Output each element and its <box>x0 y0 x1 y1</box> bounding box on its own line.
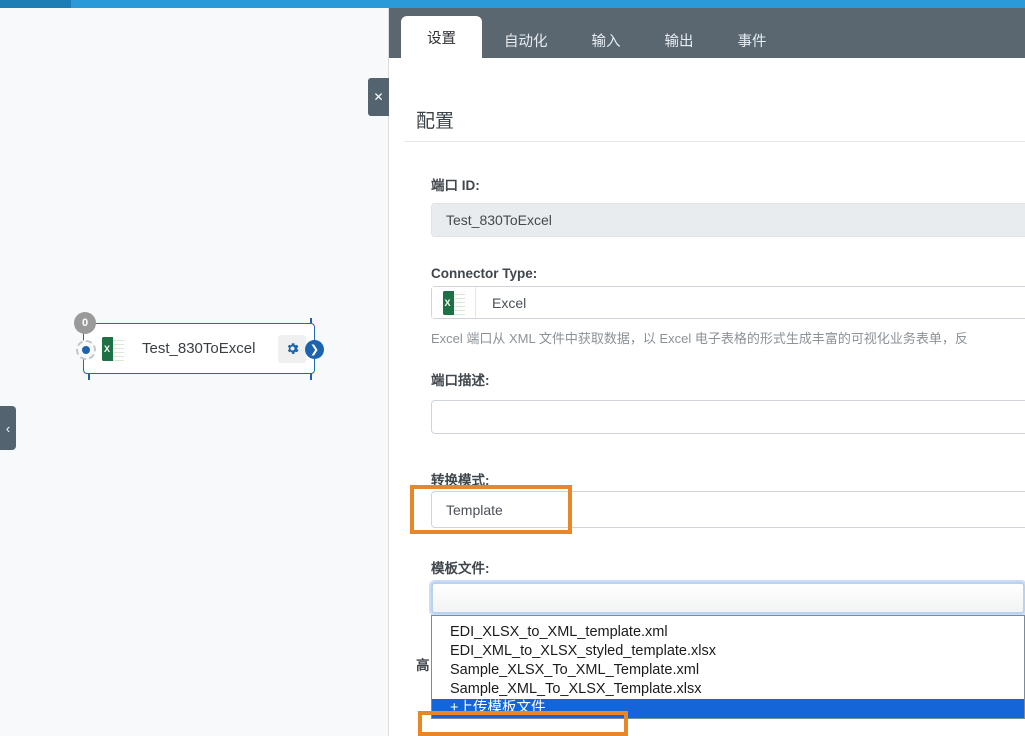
flow-node-card[interactable]: X Test_830ToExcel <box>83 323 315 374</box>
excel-icon-letter: X <box>442 290 453 315</box>
port-description-label: 端口描述: <box>431 373 490 388</box>
dropdown-option[interactable]: EDI_XML_to_XLSX_styled_template.xlsx <box>432 642 1024 661</box>
chevron-left-icon: ‹ <box>5 420 11 436</box>
panel-tab-bar: 设置 自动化 输入 输出 事件 <box>389 8 1025 58</box>
tab-events[interactable]: 事件 <box>716 22 789 58</box>
connector-type-value: Excel <box>492 294 527 311</box>
port-id-input[interactable]: Test_830ToExcel <box>431 203 1025 237</box>
close-icon: ✕ <box>373 90 384 104</box>
tab-input[interactable]: 输入 <box>570 22 643 58</box>
tab-automation[interactable]: 自动化 <box>482 22 570 58</box>
connector-type-select[interactable]: X Excel <box>431 286 1025 319</box>
node-input-port[interactable] <box>76 340 96 360</box>
flow-node-label: Test_830ToExcel <box>142 340 256 357</box>
transform-mode-select[interactable]: Template <box>431 491 1025 528</box>
transform-mode-label: 转换模式: <box>431 473 490 488</box>
connector-type-label: Connector Type: <box>431 266 538 281</box>
connector-help-text: Excel 端口从 XML 文件中获取数据，以 Excel 电子表格的形式生成丰… <box>431 331 968 346</box>
section-divider <box>404 141 1025 142</box>
excel-icon-grid <box>112 336 124 361</box>
tab-settings[interactable]: 设置 <box>401 16 482 58</box>
node-index-badge: 0 <box>74 312 96 334</box>
excel-icon-graphic: X <box>442 290 465 315</box>
dropdown-option-upload-template[interactable]: +上传模板文件 <box>432 699 1024 718</box>
port-id-label: 端口 ID: <box>431 178 480 193</box>
top-progress-segment <box>0 0 71 8</box>
advanced-section-label: 高 <box>416 658 430 673</box>
collapse-left-panel-button[interactable]: ‹ <box>0 406 16 450</box>
close-panel-button[interactable]: ✕ <box>368 78 389 116</box>
excel-icon: X <box>432 287 476 318</box>
top-progress-bar <box>0 0 1025 8</box>
template-file-dropdown[interactable]: EDI_XLSX_to_XML_template.xml EDI_XML_to_… <box>431 615 1025 719</box>
excel-icon-grid <box>452 290 465 315</box>
template-file-select[interactable] <box>431 582 1025 614</box>
gear-icon[interactable] <box>278 334 306 363</box>
dropdown-option[interactable]: Sample_XML_To_XLSX_Template.xlsx <box>432 680 1024 699</box>
template-file-label: 模板文件: <box>431 561 490 576</box>
page-title: 配置 <box>416 111 455 132</box>
tab-output[interactable]: 输出 <box>643 22 716 58</box>
node-output-port[interactable]: ❯ <box>305 340 324 359</box>
excel-icon: X <box>102 336 124 361</box>
node-input-dot <box>82 346 90 354</box>
port-description-input[interactable] <box>431 400 1025 434</box>
excel-icon-letter: X <box>102 336 112 361</box>
dropdown-option[interactable]: Sample_XLSX_To_XML_Template.xml <box>432 661 1024 680</box>
dropdown-option[interactable]: EDI_XLSX_to_XML_template.xml <box>432 623 1024 642</box>
